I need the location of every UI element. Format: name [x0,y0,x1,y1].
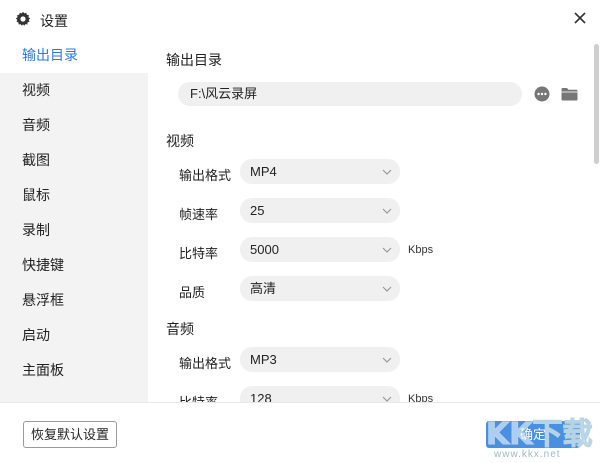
gear-icon [15,11,31,26]
audio-format-value: MP3 [250,352,277,367]
video-fps-value: 25 [250,203,265,218]
settings-content[interactable]: 输出目录 F:\风云录屏 视频 输出格式 MP4 帧速率 25 比特率 5000… [148,38,600,402]
video-quality-value: 高清 [250,281,277,296]
video-bitrate-unit: Kbps [408,244,434,256]
video-format-label: 输出格式 [179,168,232,183]
sidebar-item-output-dir[interactable]: 输出目录 [0,38,148,73]
sidebar: 输出目录 视频 音频 截图 鼠标 录制 快捷键 悬浮框 启动 主面板 [0,38,148,402]
chevron-down-icon [382,169,392,175]
video-fps-label: 帧速率 [179,207,219,222]
close-icon[interactable] [570,8,590,28]
sidebar-item-audio[interactable]: 音频 [0,108,148,143]
video-heading: 视频 [166,133,194,149]
video-quality-select[interactable]: 高清 [240,276,400,301]
chevron-down-icon [382,247,392,253]
video-bitrate-value: 5000 [250,242,279,257]
audio-format-label: 输出格式 [179,356,232,371]
audio-bitrate-select[interactable]: 128 [240,386,400,402]
more-options-icon[interactable] [534,86,550,102]
title-bar: 设置 [0,0,600,38]
audio-bitrate-unit: Kbps [408,393,434,402]
sidebar-item-hotkeys[interactable]: 快捷键 [0,248,148,283]
chevron-down-icon [382,357,392,363]
video-quality-label: 品质 [179,285,206,300]
audio-bitrate-value: 128 [250,391,272,402]
video-bitrate-select[interactable]: 5000 [240,237,400,262]
scrollbar-thumb[interactable] [594,44,599,164]
confirm-button[interactable]: 确定 [486,421,580,448]
chevron-down-icon [382,286,392,292]
output-path-field[interactable]: F:\风云录屏 [178,82,522,106]
output-dir-heading: 输出目录 [166,52,222,68]
video-format-value: MP4 [250,164,277,179]
chevron-down-icon [382,208,392,214]
sidebar-item-screenshot[interactable]: 截图 [0,143,148,178]
sidebar-item-record[interactable]: 录制 [0,213,148,248]
video-bitrate-label: 比特率 [179,246,219,261]
audio-heading: 音频 [166,321,194,337]
sidebar-item-main-panel[interactable]: 主面板 [0,353,148,388]
chevron-down-icon [382,396,392,402]
sidebar-item-video[interactable]: 视频 [0,73,148,108]
content-scrollbar[interactable] [594,38,600,402]
sidebar-item-floating-box[interactable]: 悬浮框 [0,283,148,318]
window-title: 设置 [40,13,68,29]
watermark-url: www.kkx.net [494,449,561,460]
folder-icon[interactable] [561,87,578,101]
audio-format-select[interactable]: MP3 [240,347,400,372]
sidebar-item-startup[interactable]: 启动 [0,318,148,353]
audio-bitrate-label: 比特率 [179,392,218,402]
video-format-select[interactable]: MP4 [240,159,400,184]
restore-defaults-button[interactable]: 恢复默认设置 [23,421,117,448]
sidebar-item-mouse[interactable]: 鼠标 [0,178,148,213]
video-fps-select[interactable]: 25 [240,198,400,223]
